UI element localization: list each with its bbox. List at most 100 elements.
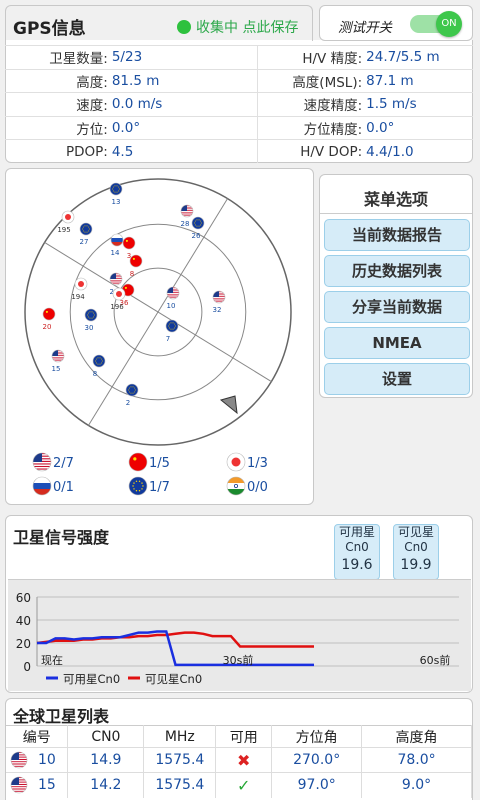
test-switch-toggle[interactable]: ON (410, 11, 462, 37)
visible-cn0-box: 可见星 Cn0 19.9 (393, 524, 439, 580)
gps-info-value: 0.0° (111, 115, 258, 140)
satellite-id-label: 28 (181, 220, 190, 228)
gps-info-row: 速度: 0.0 m/s 速度精度: 1.5 m/s (5, 92, 473, 116)
y-tick-label: 40 (16, 614, 31, 628)
satellite-id-label: 8 (93, 370, 97, 378)
in-flag-icon (226, 476, 246, 496)
legend-item: 可用星Cn0 (46, 672, 120, 686)
cn0-cell: 14.9 (67, 747, 145, 773)
legend-label: 可见星Cn0 (145, 672, 202, 686)
x-tick-label: 现在 (41, 654, 63, 667)
gps-info-label: H/V DOP: (257, 139, 367, 163)
satellite-id-label: 194 (71, 293, 85, 301)
test-switch-label: 测试开关 (338, 20, 392, 36)
gps-info-label: 高度(MSL): (257, 68, 367, 93)
satellite-id-label: 7 (166, 335, 170, 343)
sky-view-panel: 131952714328268231943619610322030715822/… (5, 168, 314, 505)
gps-info-label: 速度精度: (257, 92, 367, 116)
azimuth-cell: 97.0° (271, 772, 363, 798)
share-data-button[interactable]: 分享当前数据 (324, 291, 470, 323)
satellite-id: 10 (38, 752, 56, 768)
table-row[interactable]: 10 14.9 1575.4 ✖ 270.0° 78.0° (6, 747, 472, 773)
constellation-summary-item: 0/1 (32, 476, 74, 496)
usable-cn0-unit: Cn0 (345, 540, 369, 554)
satellite-id-cell: 15 (6, 772, 69, 798)
eu-flag-icon (84, 308, 98, 322)
settings-button[interactable]: 设置 (324, 363, 470, 395)
legend-item: 可见星Cn0 (128, 672, 202, 686)
usable-cell: ✓ (215, 772, 273, 798)
signal-strength-panel: 卫星信号强度 可用星 Cn0 19.6 可见星 Cn0 19.9 0 20 40 60… (5, 515, 473, 693)
column-header[interactable]: 高度角 (361, 725, 472, 748)
us-flag-icon (166, 286, 180, 300)
constellation-summary-value: 2/7 (53, 456, 74, 471)
gps-info-value: 87.1 m (366, 68, 473, 93)
cn-flag-icon (42, 307, 56, 321)
satellite-id-label: 196 (110, 303, 124, 311)
cn-flag-icon (129, 254, 143, 268)
constellation-summary-item: 0/0 (226, 476, 268, 496)
azimuth-cell: 270.0° (271, 747, 363, 773)
table-row[interactable]: 15 14.2 1575.4 ✓ 97.0° 9.0° (6, 772, 472, 798)
satellite-list-panel: 全球卫星列表 编号 CN0 MHz 可用 方位角 高度角 10 14.9 1575.4 ✖ 270… (5, 698, 473, 800)
satellite-id: 15 (38, 777, 56, 794)
history-list-button[interactable]: 历史数据列表 (324, 255, 470, 287)
save-status-button[interactable]: 收集中 点此保存 (177, 17, 298, 37)
elevation-cell: 9.0° (361, 772, 472, 798)
sky-plot: 131952714328268231943619610322030715822/… (24, 178, 292, 496)
gps-info-label: 速度: (5, 92, 112, 116)
column-header[interactable]: MHz (143, 725, 217, 748)
menu-panel: 菜单选项 当前数据报告 历史数据列表 分享当前数据 NMEA 设置 (319, 174, 473, 398)
usable-cn0-box: 可用星 Cn0 19.6 (334, 524, 380, 580)
satellite-id-label: 27 (80, 238, 89, 246)
column-header[interactable]: CN0 (67, 725, 145, 748)
cn-flag-icon (128, 452, 148, 472)
jp-flag-icon (112, 287, 126, 301)
usable-cell: ✖ (215, 747, 273, 773)
jp-flag-icon (74, 277, 88, 291)
menu-title: 菜单选项 (363, 190, 428, 209)
gps-info-row: 卫星数量: 5/23 H/V 精度: 24.7/5.5 m (5, 45, 473, 69)
y-tick-label: 20 (16, 637, 31, 651)
satellite-id-label: 8 (130, 270, 134, 278)
signal-chart: 0 20 40 60 现在 30s前 60s前 可用星Cn0 可见星Cn0 (8, 579, 471, 691)
constellation-summary-item: 1/3 (226, 452, 268, 472)
constellation-summary-item: 2/7 (32, 452, 74, 472)
mhz-cell: 1575.4 (143, 772, 217, 798)
constellation-summary-value: 0/1 (53, 480, 74, 495)
satellite-id-label: 195 (57, 226, 70, 234)
gps-info-value: 0.0 m/s (111, 92, 258, 116)
column-header[interactable]: 编号 (6, 725, 69, 748)
gps-info-label: H/V 精度: (257, 45, 367, 69)
us-flag-icon (180, 204, 194, 218)
gps-info-row: 高度: 81.5 m 高度(MSL): 87.1 m (5, 68, 473, 93)
gps-info-label: 高度: (5, 68, 112, 93)
us-flag-icon (51, 349, 65, 363)
us-flag-icon (10, 751, 28, 769)
y-tick-label: 0 (23, 660, 31, 674)
column-header[interactable]: 方位角 (271, 725, 363, 748)
satellite-table: 编号 CN0 MHz 可用 方位角 高度角 10 14.9 1575.4 ✖ 270.0° 78.0… (6, 725, 472, 798)
legend-label: 可用星Cn0 (63, 672, 120, 686)
eu-flag-icon (109, 182, 123, 196)
usable-cn0-label: 可用星 (338, 525, 375, 539)
y-tick-label: 60 (16, 591, 31, 605)
series-line (37, 630, 314, 667)
nmea-button[interactable]: NMEA (324, 327, 470, 359)
eu-flag-icon (165, 319, 179, 333)
current-report-button[interactable]: 当前数据报告 (324, 219, 470, 251)
satellite-id-cell: 10 (6, 747, 69, 773)
jp-flag-icon (61, 210, 75, 224)
us-flag-icon (109, 272, 123, 286)
constellation-summary-item: 1/7 (128, 476, 170, 496)
us-flag-icon (32, 452, 52, 472)
satellite-id-label: 26 (192, 232, 201, 240)
signal-title: 卫星信号强度 (13, 528, 110, 547)
constellation-summary-value: 1/3 (247, 456, 268, 471)
satellite-id-label: 15 (52, 365, 61, 373)
menu-divider (320, 213, 472, 214)
column-header[interactable]: 可用 (215, 725, 273, 748)
satellite-id-label: 2 (126, 399, 130, 407)
visible-cn0-value: 19.9 (400, 557, 432, 573)
test-switch-panel: 测试开关 ON (319, 5, 473, 41)
